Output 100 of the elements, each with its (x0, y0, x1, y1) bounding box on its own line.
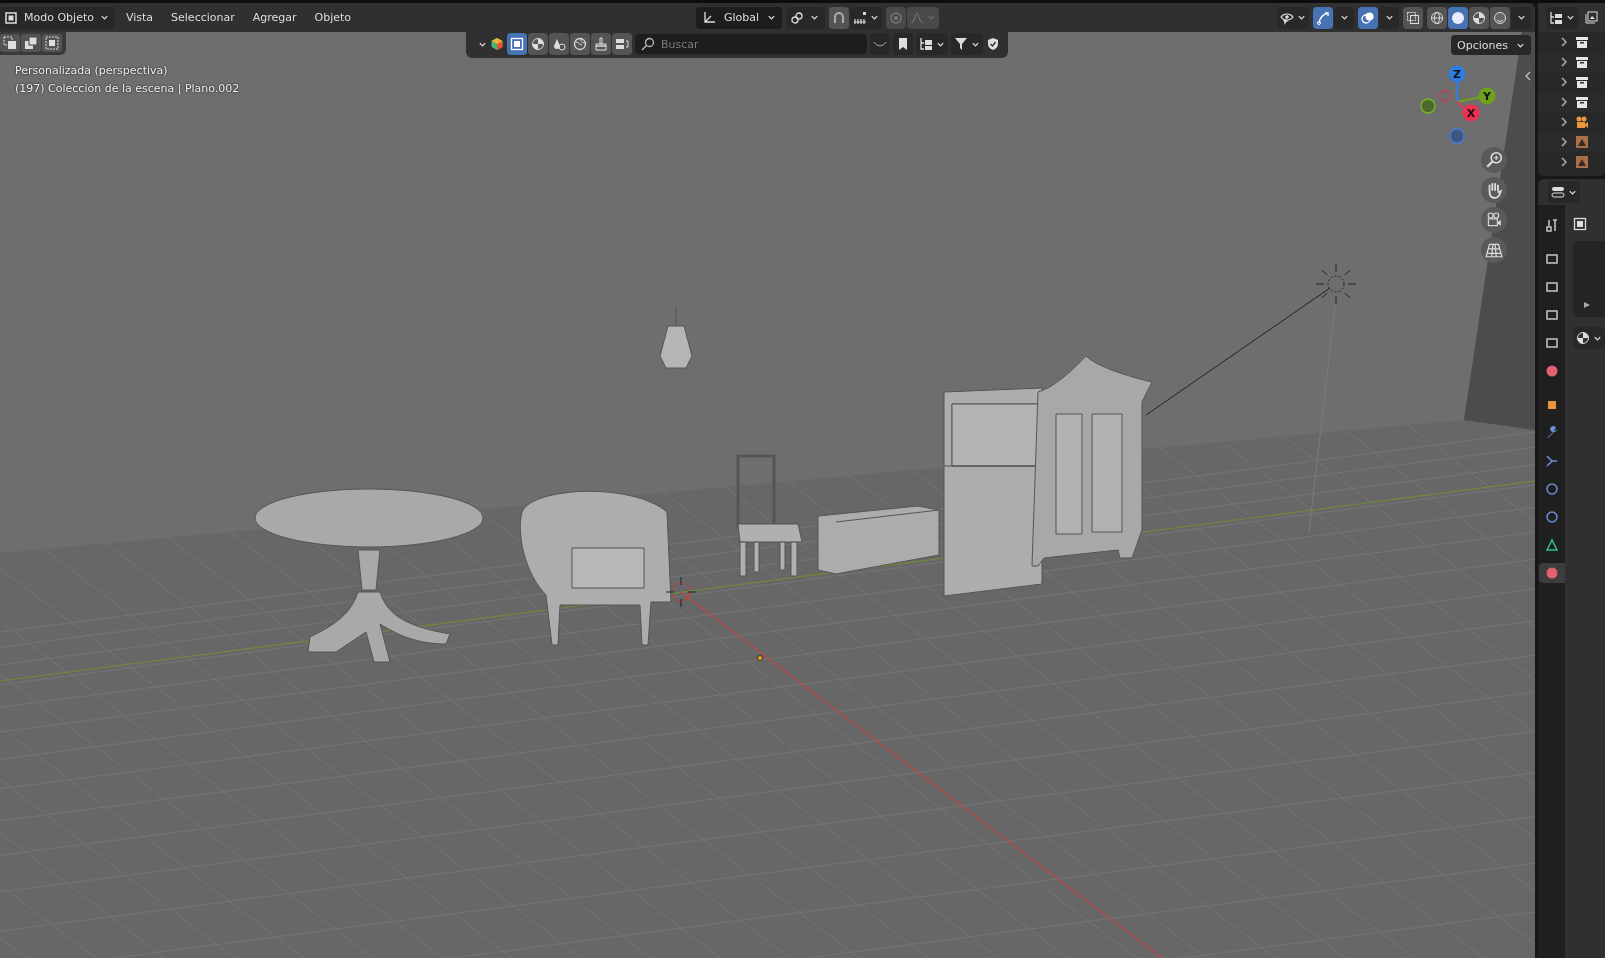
overlays-toggle[interactable] (1358, 6, 1378, 29)
overlays-dropdown[interactable] (1379, 6, 1399, 29)
zoom-in-icon (1485, 151, 1503, 169)
expand-chevron-icon[interactable] (1560, 117, 1568, 127)
box-icon (1575, 35, 1589, 49)
menu-item[interactable]: Seleccionar (164, 6, 242, 29)
orientation-dropdown[interactable]: Global (696, 6, 783, 29)
preview-type-dropdown[interactable] (1573, 327, 1605, 349)
rendered-sphere-icon (1493, 10, 1507, 25)
solid-sphere-icon (1451, 10, 1465, 25)
layout-icon (615, 37, 629, 51)
visibility-dropdown[interactable] (1277, 6, 1309, 29)
menu-item[interactable]: Vista (118, 6, 161, 29)
brush-icon (594, 37, 608, 51)
filter-button[interactable] (591, 33, 611, 55)
caret-icon (870, 13, 880, 22)
overlay-circles-icon (1361, 10, 1375, 25)
xray-icon (1406, 10, 1420, 25)
xray-toggle[interactable] (1403, 6, 1423, 29)
new-selection-icon (3, 36, 17, 50)
expand-chevron-icon[interactable] (1560, 57, 1568, 67)
images-icon[interactable] (1584, 10, 1598, 25)
object-mode-icon (4, 10, 18, 25)
shield-check-icon[interactable] (986, 37, 1000, 51)
select-extend-button[interactable] (21, 34, 41, 52)
object-frame-icon (510, 37, 524, 51)
box-icon (1575, 75, 1589, 89)
bookmark-button[interactable] (893, 33, 913, 55)
eye-icon (1280, 10, 1294, 25)
properties-tab[interactable] (1538, 563, 1565, 583)
display-mode-dropdown[interactable] (1546, 6, 1578, 29)
gizmo-toggle[interactable] (1313, 6, 1333, 29)
shading-mode-button[interactable] (1427, 6, 1447, 29)
expand-chevron-icon[interactable] (1560, 37, 1568, 47)
select-subtract-button[interactable] (42, 34, 62, 52)
expand-chevron-icon[interactable] (1560, 137, 1568, 147)
mode-dropdown[interactable]: Modo Objeto (0, 6, 115, 29)
negative-axis-dot[interactable] (1420, 98, 1436, 114)
editor-type-dropdown[interactable] (1548, 181, 1580, 203)
menu-item[interactable]: Objeto (307, 6, 359, 29)
search-field[interactable]: Buscar (635, 34, 867, 54)
menu-item[interactable]: Agregar (245, 6, 304, 29)
shading-mode-button[interactable] (1469, 6, 1489, 29)
shading-dropdown[interactable] (1511, 6, 1531, 29)
caret-icon (1384, 13, 1394, 22)
box-icon (1575, 95, 1589, 109)
magnet-icon (832, 10, 847, 25)
filter-button[interactable] (528, 33, 548, 55)
expand-chevron-icon[interactable] (1560, 77, 1568, 87)
wireframe-sphere-icon (1430, 10, 1444, 25)
bookmark-icon (896, 37, 910, 51)
hierarchy-icon (1549, 10, 1563, 25)
world-tab-icon (1544, 364, 1559, 378)
view-name-label: Personalizada (perspectiva) (15, 64, 169, 77)
material-sphere-icon (1472, 10, 1486, 25)
proportional-edit-toggle[interactable] (886, 6, 907, 29)
expand-chevron-icon[interactable] (1560, 157, 1568, 167)
curve-icon (910, 10, 925, 25)
gizmo-dropdown[interactable] (1334, 6, 1354, 29)
options-dropdown[interactable]: Opciones (1451, 35, 1531, 55)
link-icon (790, 10, 805, 25)
color-hexagon-icon (490, 37, 504, 51)
axis-label: Y (1483, 90, 1491, 103)
axis-dot[interactable] (1462, 104, 1480, 122)
shading-ball-icon (531, 37, 545, 51)
caret-icon (927, 13, 937, 22)
snap-target-dropdown[interactable] (850, 6, 883, 29)
hierarchy-icon (919, 37, 933, 51)
expand-chevron-icon[interactable] (1560, 97, 1568, 107)
negative-axis-dot[interactable] (1449, 128, 1465, 144)
axis-dot[interactable] (1448, 65, 1466, 83)
globe-icon (573, 37, 587, 51)
caret-icon (1339, 13, 1349, 22)
video-camera-icon (1485, 211, 1503, 229)
caret-icon (99, 13, 109, 22)
play-icon[interactable] (1583, 301, 1591, 309)
gizmo-icon (1316, 10, 1330, 25)
hierarchy-dropdown[interactable] (916, 33, 948, 55)
select-new-button[interactable] (0, 34, 20, 52)
axis-label: X (1466, 107, 1476, 120)
axis-dot[interactable] (1478, 87, 1496, 105)
axis-label: Z (1453, 68, 1461, 81)
increment-icon (853, 10, 868, 25)
data-tab-icon (1544, 538, 1559, 552)
filter-button[interactable] (570, 33, 590, 55)
negative-axis-dot[interactable] (1438, 89, 1452, 103)
shading-mode-button[interactable] (1448, 6, 1468, 29)
caret-icon (1516, 13, 1526, 22)
sidebar-toggle-icon[interactable] (1524, 70, 1532, 82)
filter-button[interactable] (612, 33, 632, 55)
caret-icon (1566, 13, 1575, 22)
caret-icon (767, 13, 777, 22)
filter-dropdown[interactable] (951, 33, 983, 55)
origin-dot (757, 655, 763, 661)
filter-button[interactable] (549, 33, 569, 55)
pivot-dropdown[interactable] (786, 6, 826, 29)
snap-toggle[interactable] (829, 6, 850, 29)
search-options-button[interactable] (870, 33, 890, 55)
filter-button[interactable] (507, 33, 527, 55)
shading-mode-button[interactable] (1490, 6, 1510, 29)
